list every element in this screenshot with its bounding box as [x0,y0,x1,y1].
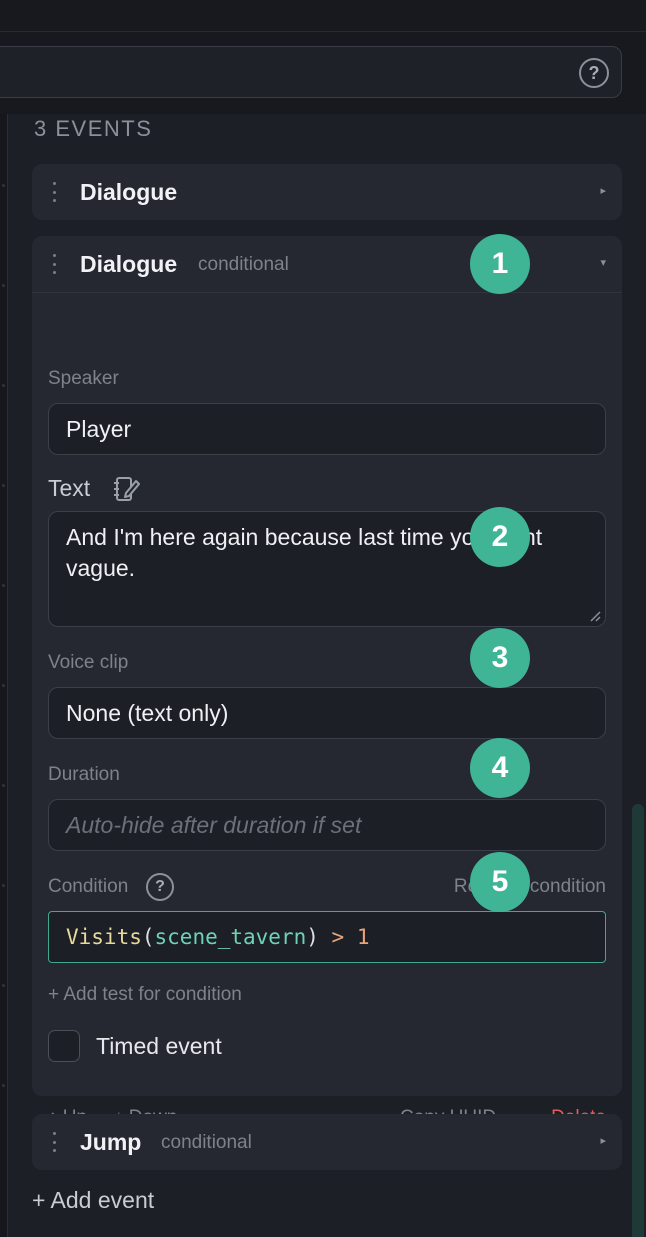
rail-tick [2,684,5,687]
event-title: Jump [80,1129,142,1155]
rail-tick [2,184,5,187]
condition-label: Condition [48,876,129,897]
event-title: Dialogue [80,179,178,205]
text-label: Text [48,475,91,501]
timed-event-label[interactable]: Timed event [96,1033,222,1060]
condition-paren-open: ( [141,925,155,949]
rail-tick [2,1084,5,1087]
rail-tick [2,384,5,387]
rail-tick [2,284,5,287]
grip-vertical-icon[interactable] [50,182,58,202]
condition-argument: scene_tavern [154,925,307,949]
event-header[interactable]: Dialogue conditional ▾ [32,236,622,292]
conditional-tag: conditional [161,1132,252,1153]
duration-input[interactable]: Auto-hide after duration if set [48,799,606,851]
scrollbar-track[interactable] [630,114,646,1237]
event-card-dialogue-1[interactable]: Dialogue ▸ [32,164,622,220]
chevron-right-icon[interactable]: ▸ [600,1134,606,1147]
chevron-right-icon[interactable]: ▸ [600,184,606,197]
rail-tick [2,984,5,987]
resize-handle-icon[interactable] [589,610,601,622]
rail-tick [2,484,5,487]
help-circle-icon[interactable]: ? [146,873,174,901]
voice-clip-select[interactable]: None (text only) [48,687,606,739]
toolbar: ? [0,32,646,114]
conditional-tag: conditional [198,254,289,275]
condition-operator: > [318,925,357,949]
grip-vertical-icon[interactable] [50,1132,58,1152]
annotation-badge-3: 3 [470,628,530,688]
duration-label: Duration [48,764,120,785]
rail-tick [2,884,5,887]
chevron-down-icon[interactable]: ▾ [600,256,606,269]
annotation-badge-5: 5 [470,852,530,912]
grip-vertical-icon[interactable] [50,254,58,274]
event-card-dialogue-2: Dialogue conditional ▾ Speaker Player Te… [32,236,622,1128]
speaker-label: Speaker [48,368,119,389]
window-top-strip [0,0,646,32]
condition-paren-close: ) [306,925,319,949]
scrollbar-thumb[interactable] [632,804,644,1237]
rail-tick [2,784,5,787]
timed-event-checkbox[interactable] [48,1030,80,1062]
condition-number: 1 [356,925,370,949]
rail-tick [2,584,5,587]
annotation-badge-1: 1 [470,234,530,294]
speaker-input[interactable]: Player [48,403,606,455]
event-title: Dialogue [80,251,178,277]
events-count-heading: 3 EVENTS [34,116,153,141]
event-header[interactable]: Jump conditional ▸ [32,1114,622,1170]
add-event-button[interactable]: + Add event [32,1187,154,1214]
event-card-jump[interactable]: Jump conditional ▸ [32,1114,622,1170]
voice-clip-label: Voice clip [48,652,129,673]
event-header[interactable]: Dialogue ▸ [32,164,622,220]
notebook-edit-icon[interactable] [112,475,140,503]
add-test-link[interactable]: + Add test for condition [48,984,242,1006]
search-bar[interactable]: ? [0,46,622,98]
condition-input[interactable]: Visits(scene_tavern) > 1 [48,911,606,963]
left-timeline-rail [0,114,8,1237]
annotation-badge-2: 2 [470,507,530,567]
help-icon[interactable]: ? [579,58,609,88]
event-body: Speaker Player Text And I'm here again b… [32,292,622,1128]
condition-function: Visits [66,925,142,949]
annotation-badge-4: 4 [470,738,530,798]
